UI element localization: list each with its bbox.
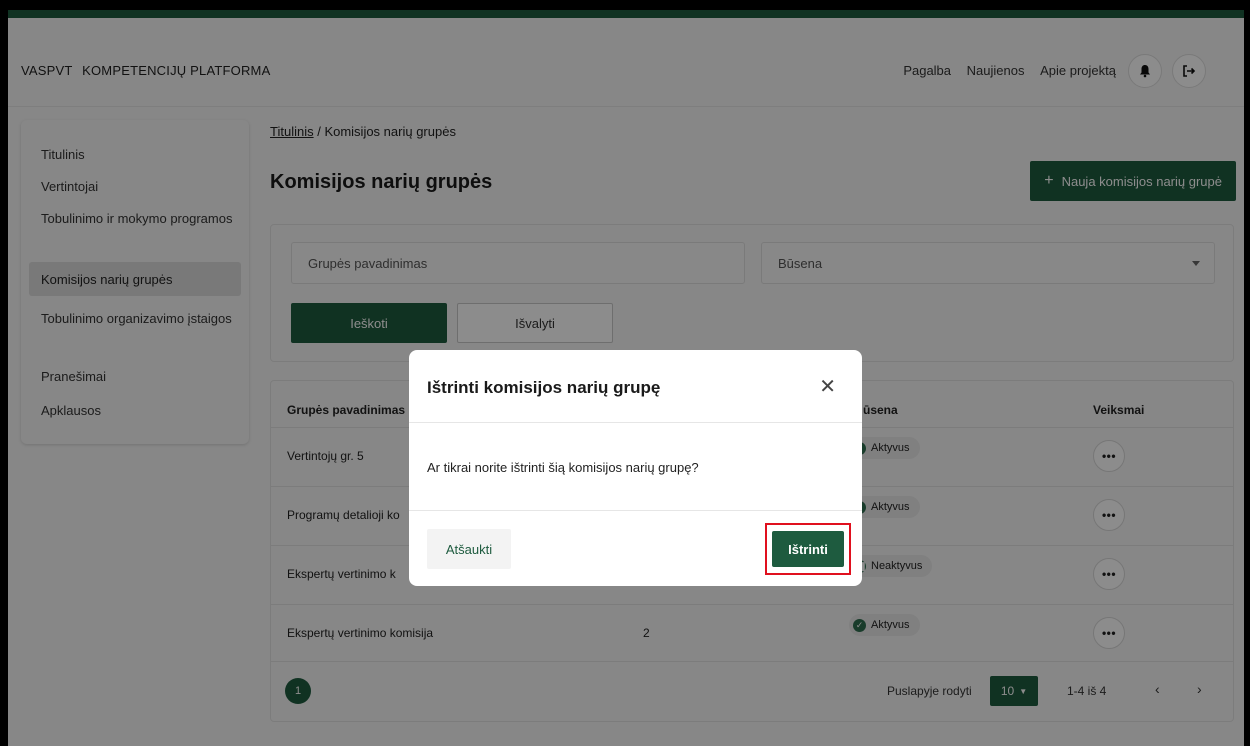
dialog-title: Ištrinti komisijos narių grupę (427, 378, 661, 397)
close-icon[interactable]: ✕ (819, 374, 836, 399)
dialog-message: Ar tikrai norite ištrinti šią komisijos … (427, 460, 699, 475)
dialog-footer: Atšaukti Ištrinti (409, 510, 862, 586)
dialog-header: Ištrinti komisijos narių grupę ✕ (409, 350, 862, 423)
cancel-button[interactable]: Atšaukti (427, 529, 511, 569)
delete-button[interactable]: Ištrinti (772, 531, 844, 567)
delete-dialog: Ištrinti komisijos narių grupę ✕ Ar tikr… (409, 350, 862, 586)
delete-button-highlight: Ištrinti (765, 523, 851, 575)
